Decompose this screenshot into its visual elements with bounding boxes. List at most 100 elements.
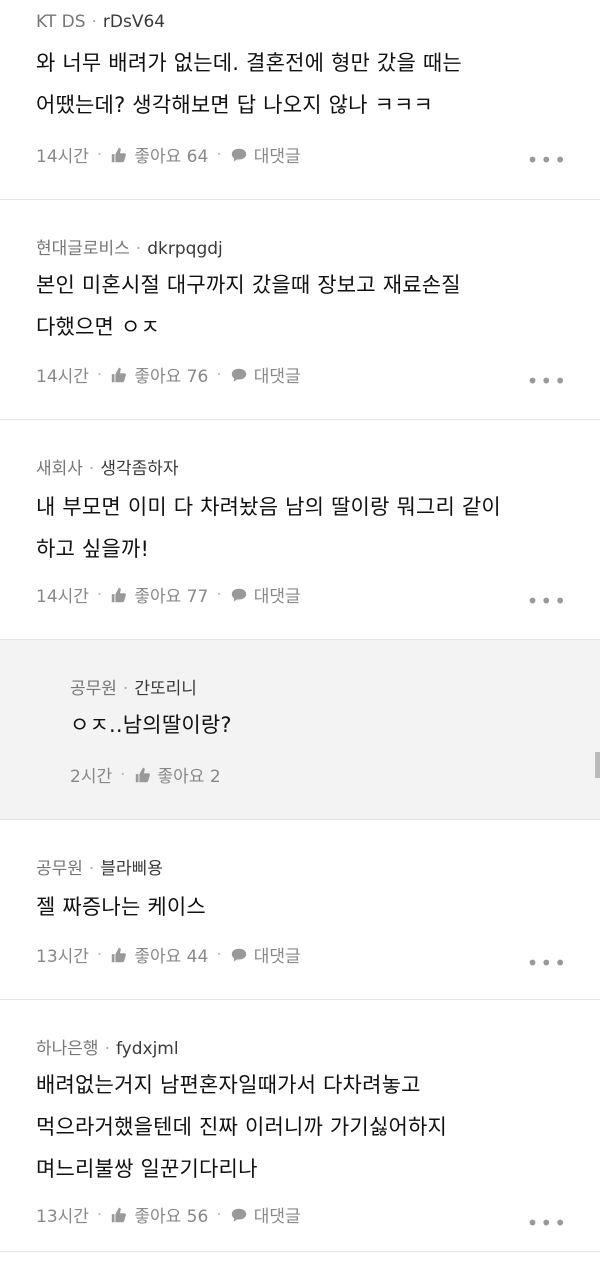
comment-item: 새회사 · 생각좀하자 내 부모면 이미 다 차려놨음 남의 딸이랑 뭐그리 같이 … (0, 420, 600, 640)
reply-label: 대댓글 (253, 1207, 301, 1227)
comment-actions: 13시간 · 좋아요 56 · 대댓글 (36, 1202, 301, 1228)
comment-time: 14시간 (36, 147, 89, 167)
company-name: 새회사 (36, 459, 83, 479)
like-label: 좋아요 44 (134, 947, 209, 967)
meta-separator-dot: · (135, 239, 142, 259)
like-label: 좋아요 77 (134, 587, 209, 607)
company-name: 공무원 (36, 859, 83, 879)
comment-body: ㅇㅈ..남의딸이랑? (70, 704, 232, 746)
scrollbar-thumb[interactable] (595, 752, 600, 778)
comment-actions: 14시간 · 좋아요 64 · 대댓글 (36, 142, 301, 168)
comment-line: 어땠는데? 생각해보면 답 나오지 않나 ㅋㅋㅋ (36, 93, 434, 117)
comment-line: 젤 짜증나는 케이스 (36, 895, 206, 919)
more-dots-icon[interactable]: ••• (527, 591, 568, 611)
comment-time: 2시간 (70, 767, 113, 787)
author-name[interactable]: 블라삐용 (100, 859, 163, 879)
comment-actions: 14시간 · 좋아요 77 · 대댓글 (36, 582, 301, 608)
comment-line: 본인 미혼시절 대구까지 갔을때 장보고 재료손질 (36, 273, 461, 297)
author-name[interactable]: 간또리니 (134, 679, 197, 699)
reply-button[interactable]: 대댓글 (230, 582, 301, 607)
action-separator-dot: · (96, 144, 103, 165)
comment-time: 14시간 (36, 587, 89, 607)
action-separator-dot: · (216, 144, 222, 165)
like-button[interactable]: 좋아요 56 (110, 1202, 208, 1227)
thumbs-up-icon (112, 947, 127, 962)
comment-actions: 2시간 · 좋아요 2 (70, 762, 221, 788)
meta-separator-dot: · (91, 12, 97, 32)
action-separator-dot: · (216, 944, 222, 965)
comment-meta: 새회사 · 생각좀하자 (36, 454, 179, 479)
reply-label: 대댓글 (253, 147, 301, 167)
like-label: 좋아요 2 (157, 767, 221, 787)
like-label: 좋아요 56 (134, 1207, 209, 1227)
speech-bubble-icon (231, 588, 246, 602)
reply-label: 대댓글 (253, 587, 301, 607)
comment-body: 배려없는거지 남편혼자일때가서 다차려놓고 먹으라거했을텐데 진짜 이러니까 가… (36, 1064, 447, 1190)
speech-bubble-icon (231, 1208, 246, 1222)
speech-bubble-icon (231, 948, 246, 962)
reply-label: 대댓글 (253, 367, 301, 387)
action-separator-dot: · (216, 364, 222, 385)
author-name[interactable]: rDsV64 (103, 12, 165, 32)
more-dots-icon[interactable]: ••• (527, 150, 568, 170)
comment-item: 현대글로비스 · dkrpqgdj 본인 미혼시절 대구까지 갔을때 장보고 재료손… (0, 200, 600, 420)
meta-separator-dot: · (88, 459, 95, 479)
more-dots-icon[interactable]: ••• (527, 371, 568, 391)
more-dots-icon[interactable]: ••• (527, 1213, 568, 1233)
action-separator-dot: · (216, 1204, 222, 1225)
more-dots-icon[interactable]: ••• (527, 953, 568, 973)
comment-item: 하나은행 · fydxjml 배려없는거지 남편혼자일때가서 다차려놓고 먹으라거했… (0, 1000, 600, 1252)
thumbs-up-icon (112, 147, 127, 162)
company-name: 하나은행 (36, 1039, 99, 1059)
comment-line: 다했으면 ㅇㅈ (36, 315, 160, 339)
action-separator-dot: · (216, 584, 222, 605)
reply-button[interactable]: 대댓글 (230, 1202, 301, 1227)
comment-time: 13시간 (36, 1207, 89, 1227)
reply-item: 공무원 · 간또리니 ㅇㅈ..남의딸이랑? 2시간 · 좋아요 2 (0, 640, 600, 820)
comment-body: 와 너무 배려가 없는데. 결혼전에 형만 갔을 때는 어땠는데? 생각해보면 … (36, 42, 462, 126)
meta-separator-dot: · (88, 859, 95, 879)
thumbs-up-icon (112, 1207, 127, 1222)
reply-button[interactable]: 대댓글 (230, 942, 301, 967)
comment-body: 내 부모면 이미 다 차려놨음 남의 딸이랑 뭐그리 같이 하고 싶을까! (36, 486, 501, 570)
reply-button[interactable]: 대댓글 (230, 142, 301, 167)
like-button[interactable]: 좋아요 2 (134, 762, 221, 787)
comment-line: 와 너무 배려가 없는데. 결혼전에 형만 갔을 때는 (36, 51, 462, 75)
like-button[interactable]: 좋아요 44 (110, 942, 208, 967)
comment-line: 내 부모면 이미 다 차려놨음 남의 딸이랑 뭐그리 같이 (36, 495, 501, 519)
comment-line: ㅇㅈ..남의딸이랑? (70, 713, 232, 737)
comment-meta: 공무원 · 간또리니 (70, 674, 197, 699)
comment-actions: 14시간 · 좋아요 76 · 대댓글 (36, 362, 301, 388)
comment-meta: 하나은행 · fydxjml (36, 1034, 179, 1059)
reply-label: 대댓글 (253, 947, 301, 967)
action-separator-dot: · (96, 944, 103, 965)
speech-bubble-icon (231, 148, 246, 162)
company-name: 현대글로비스 (36, 239, 130, 259)
comment-item: 공무원 · 블라삐용 젤 짜증나는 케이스 13시간 · 좋아요 44 · 대댓글 … (0, 820, 600, 1000)
thumbs-up-icon (112, 367, 127, 382)
comment-time: 13시간 (36, 947, 89, 967)
comment-time: 14시간 (36, 367, 89, 387)
meta-separator-dot: · (122, 679, 129, 699)
author-name[interactable]: fydxjml (116, 1039, 179, 1059)
author-name[interactable]: dkrpqgdj (147, 239, 223, 259)
action-separator-dot: · (120, 764, 126, 785)
like-button[interactable]: 좋아요 64 (110, 142, 208, 167)
speech-bubble-icon (231, 368, 246, 382)
like-button[interactable]: 좋아요 76 (110, 362, 208, 387)
comment-body: 젤 짜증나는 케이스 (36, 886, 206, 928)
comment-line: 배려없는거지 남편혼자일때가서 다차려놓고 (36, 1073, 421, 1097)
action-separator-dot: · (96, 364, 103, 385)
thumbs-up-icon (135, 767, 150, 782)
reply-button[interactable]: 대댓글 (230, 362, 301, 387)
company-name: KT DS (36, 12, 86, 32)
action-separator-dot: · (96, 584, 103, 605)
comment-line: 먹으라거했을텐데 진짜 이러니까 가기싫어하지 (36, 1115, 448, 1139)
comment-actions: 13시간 · 좋아요 44 · 대댓글 (36, 942, 301, 968)
comment-body: 본인 미혼시절 대구까지 갔을때 장보고 재료손질 다했으면 ㅇㅈ (36, 264, 461, 348)
meta-separator-dot: · (104, 1039, 110, 1059)
like-button[interactable]: 좋아요 77 (110, 582, 208, 607)
comment-item: KT DS · rDsV64 와 너무 배려가 없는데. 결혼전에 형만 갔을 때는… (0, 0, 600, 200)
author-name[interactable]: 생각좀하자 (100, 459, 178, 479)
comment-line: 며느리불쌍 일꾼기다리나 (36, 1157, 258, 1181)
